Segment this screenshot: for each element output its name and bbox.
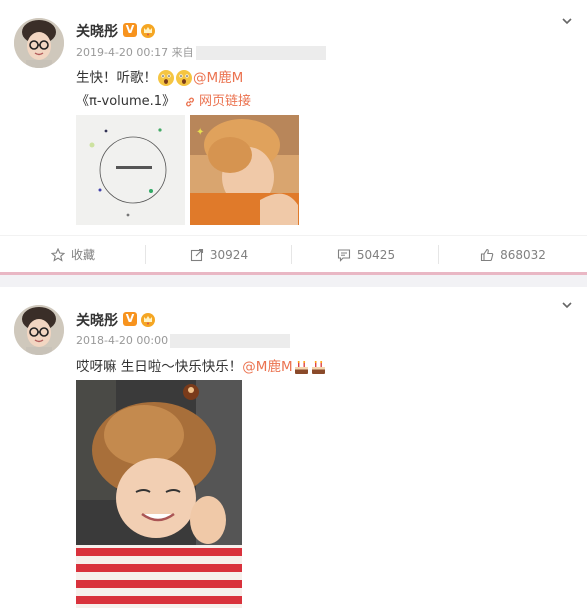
- source-label: 来自: [171, 46, 194, 59]
- comment-button[interactable]: 50425: [293, 236, 439, 273]
- mention-link[interactable]: @M鹿M: [242, 359, 292, 375]
- comment-icon: [337, 248, 350, 262]
- cake-icon: [294, 360, 308, 374]
- weibo-post: 关晓彤 V 2019-4-20 00:17 来自 生快！听歌！ @M鹿M 《π-…: [0, 0, 587, 272]
- post-text: 哎呀嘛 生日啦～快乐快乐！@M鹿M: [76, 355, 327, 376]
- favorite-label: 收藏: [70, 248, 95, 262]
- photo-thumbnail[interactable]: ✦: [190, 115, 299, 225]
- verified-badge: V: [123, 312, 137, 326]
- username[interactable]: 关晓彤: [76, 310, 118, 330]
- blurred-source: [195, 46, 326, 60]
- like-button[interactable]: 868032: [440, 236, 586, 273]
- avatar[interactable]: [14, 18, 64, 68]
- repost-icon: [190, 248, 203, 261]
- avatar-image: [14, 305, 64, 355]
- cake-icon: [311, 360, 325, 374]
- repost-count: 30924: [209, 247, 249, 262]
- post-meta: 2019-4-20 00:17 来自: [76, 44, 326, 60]
- post-text-content: 哎呀嘛 生日啦～快乐快乐！: [76, 359, 243, 375]
- crown-icon[interactable]: [140, 311, 156, 327]
- separator: [438, 245, 439, 264]
- repost-button[interactable]: 30924: [146, 236, 292, 273]
- portrait-photo: ✦: [190, 115, 299, 225]
- divider-line: [0, 272, 587, 275]
- timestamp[interactable]: 2018-4-20 00:00: [76, 334, 168, 347]
- avatar-image: [14, 18, 64, 68]
- favorite-button[interactable]: 收藏: [0, 236, 146, 273]
- emoji-surprised-icon: [176, 70, 192, 86]
- timestamp[interactable]: 2019-4-20 00:17: [76, 46, 168, 59]
- album-cover-image[interactable]: [76, 115, 185, 225]
- mention-link[interactable]: @M鹿M: [193, 70, 243, 86]
- crown-icon[interactable]: [140, 22, 156, 38]
- post-divider: [0, 272, 587, 287]
- blurred-source: [170, 334, 291, 348]
- link-icon: [186, 97, 194, 106]
- web-link[interactable]: 网页链接: [184, 90, 251, 109]
- web-link-label: 网页链接: [199, 94, 252, 109]
- album-cover-art: [76, 115, 185, 225]
- post-meta: 2018-4-20 00:00: [76, 334, 291, 348]
- action-bar: 收藏 30924 50425 868032: [0, 235, 587, 272]
- star-icon: [50, 247, 65, 262]
- emoji-surprised-icon: [158, 70, 174, 86]
- album-title: 《π-volume.1》: [76, 94, 176, 109]
- separator: [291, 245, 292, 264]
- username[interactable]: 关晓彤: [76, 21, 118, 41]
- post-photo[interactable]: [76, 380, 242, 608]
- svg-text:✦: ✦: [196, 127, 204, 138]
- post-text-content: 生快！听歌！: [76, 70, 157, 86]
- like-count: 868032: [500, 247, 546, 262]
- thumbs-up-icon: [481, 248, 494, 261]
- comment-count: 50425: [356, 247, 396, 262]
- post-text: 生快！听歌！ @M鹿M: [76, 66, 243, 87]
- birthday-portrait-photo: [76, 380, 242, 608]
- chevron-down-icon[interactable]: [561, 15, 573, 27]
- chevron-down-icon[interactable]: [561, 299, 573, 311]
- verified-badge: V: [123, 23, 137, 37]
- avatar[interactable]: [14, 305, 64, 355]
- weibo-post: 关晓彤 V 2018-4-20 00:00 哎呀嘛 生日啦～快乐快乐！@M鹿M: [0, 287, 587, 608]
